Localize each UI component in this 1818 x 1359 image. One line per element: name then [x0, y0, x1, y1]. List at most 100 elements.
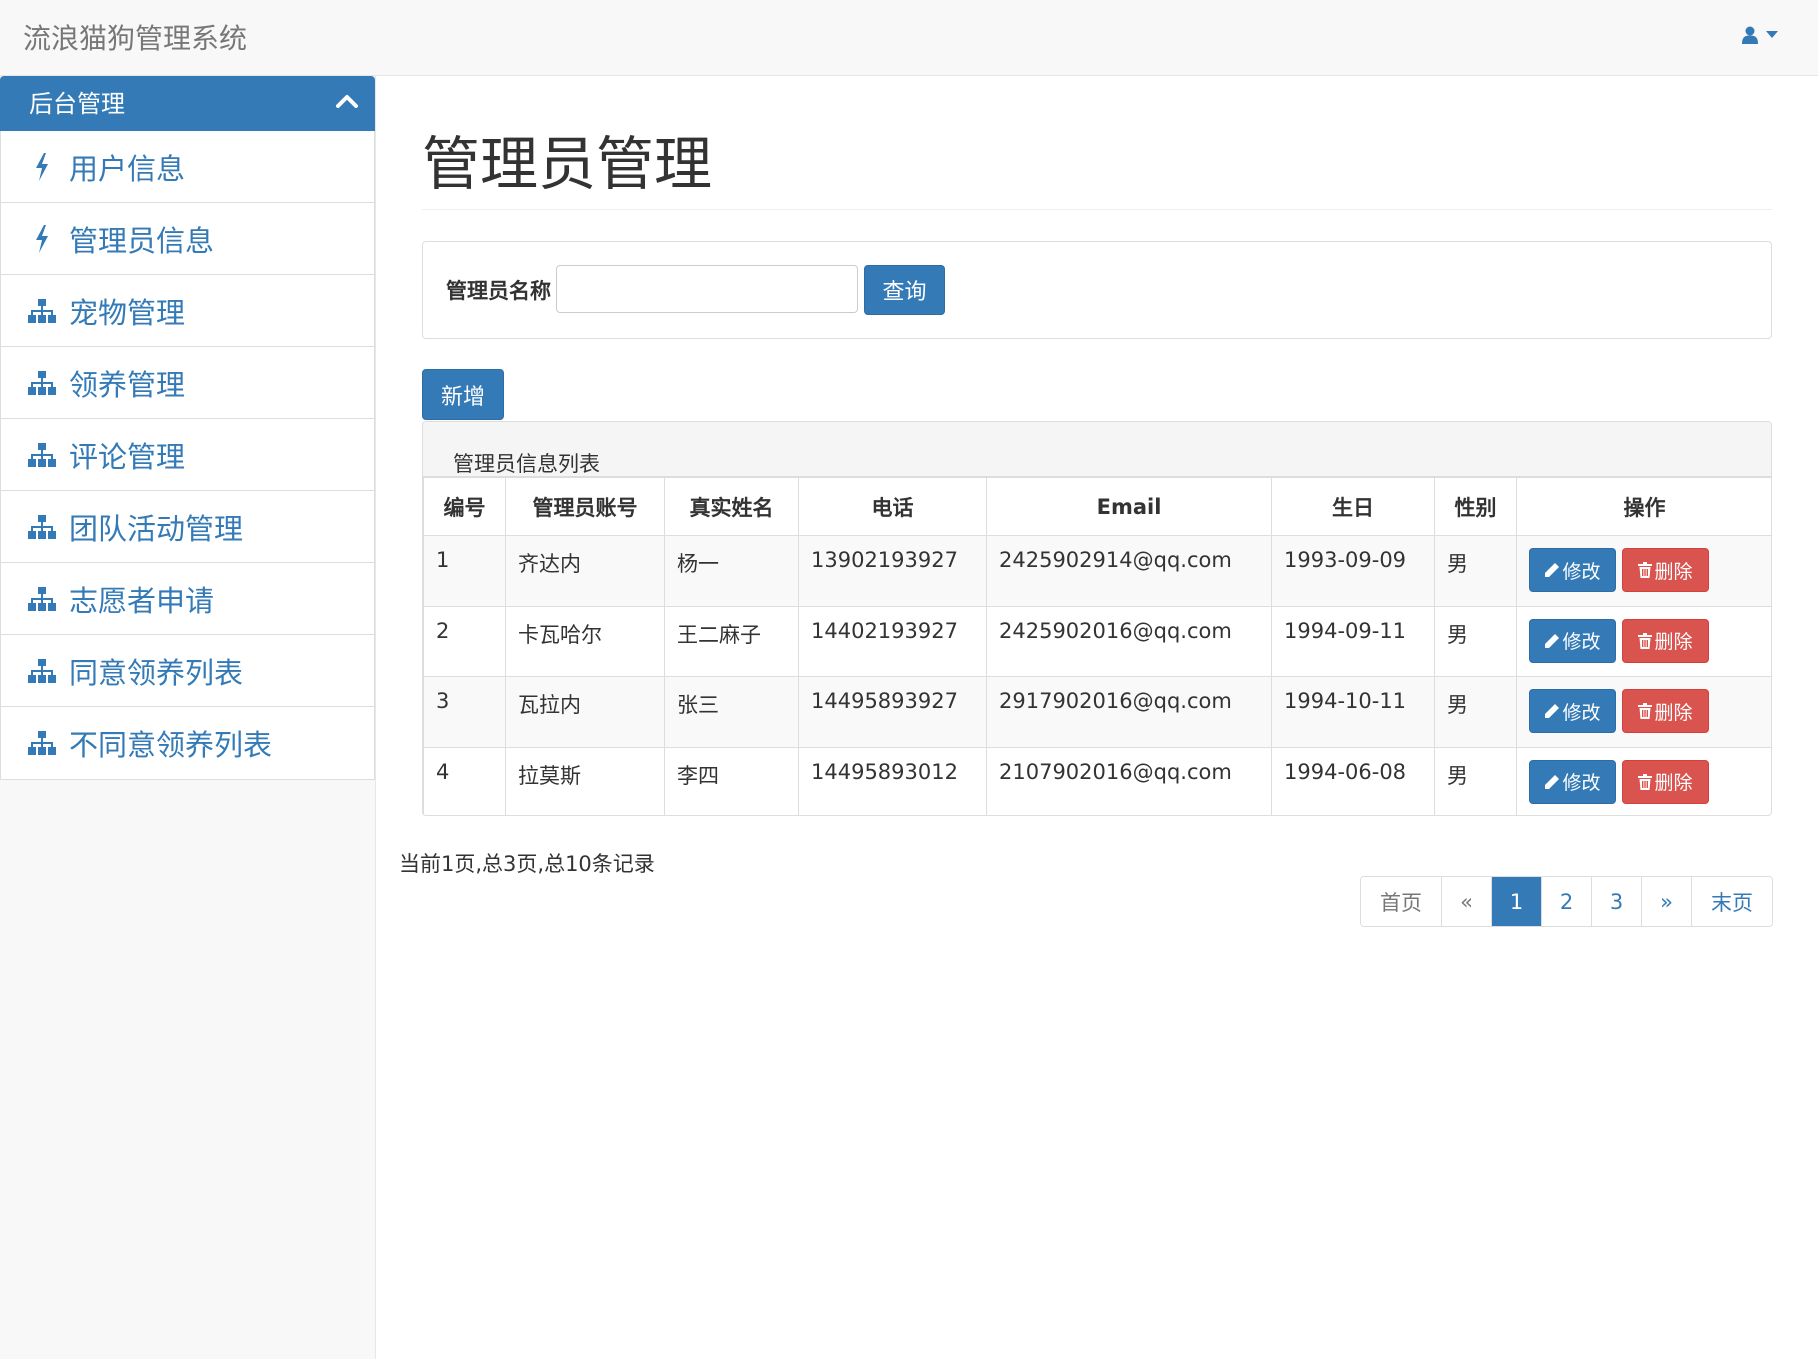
edit-button-label: 修改	[1562, 560, 1601, 583]
edit-button-label: 修改	[1562, 631, 1601, 653]
user-menu-toggle[interactable]	[1742, 26, 1778, 44]
cell-account: 卡瓦哈尔	[505, 605, 665, 677]
pagination-prev[interactable]: «	[1442, 877, 1492, 926]
cell-actions: 修改 删除	[1516, 605, 1771, 677]
sidebar-item-label: 管理员信息	[69, 223, 215, 258]
sitemap-icon	[27, 296, 57, 326]
sidebar-item-label: 宠物管理	[69, 295, 186, 330]
cell-email: 2425902914@qq.com	[986, 535, 1272, 607]
table-row: 3 瓦拉内 张三 14495893927 2917902016@qq.com 1994-1…	[423, 676, 1771, 748]
trash-icon	[1638, 562, 1654, 578]
cell-name: 王二麻子	[664, 605, 799, 677]
sidebar-item-label: 同意领养列表	[69, 655, 244, 690]
cell-birthday: 1993-09-09	[1271, 535, 1435, 607]
pencil-icon	[1545, 633, 1560, 648]
sidebar-item-4[interactable]: 领养管理	[1, 347, 374, 419]
top-navbar: 流浪猫狗管理系统	[0, 0, 1818, 76]
cell-birthday: 1994-10-11	[1271, 676, 1435, 748]
pencil-icon	[1545, 704, 1560, 718]
delete-button[interactable]: 删除	[1622, 548, 1709, 592]
sidebar-item-1[interactable]: 用户信息	[1, 131, 374, 203]
search-panel: 管理员名称 查询	[422, 241, 1772, 339]
sidebar-item-label: 领养管理	[69, 367, 186, 402]
sidebar: 后台管理 用户信息管理员信息宠物管理领养管理评论管理团队活动管理 志愿者申请同意领…	[0, 76, 376, 1359]
pencil-icon	[1544, 774, 1562, 790]
sitemap-icon	[27, 512, 57, 542]
sidebar-header-title: 后台管理	[29, 90, 125, 118]
sidebar-item-label: 用户信息	[69, 151, 186, 186]
cell-gender: 男	[1434, 605, 1517, 677]
trash-icon	[1638, 773, 1653, 790]
sidebar-item-5[interactable]: 评论管理	[1, 419, 374, 491]
column-header-gender: 性别	[1434, 477, 1517, 536]
pagination-next[interactable]: »	[1642, 877, 1692, 926]
sidebar-item-label: 团队活动管理	[69, 511, 244, 546]
table-heading: 管理员信息列表	[423, 422, 1771, 477]
pagination-page-3[interactable]: 3	[1592, 877, 1642, 926]
chevron-up-icon	[336, 93, 358, 112]
table-row: 2 卡瓦哈尔 王二麻子 14402193927 2425902016@qq.com 199…	[423, 605, 1771, 677]
cell-birthday: 1994-09-11	[1271, 605, 1435, 677]
column-header-id: 编号	[423, 477, 506, 536]
edit-button[interactable]: 修改	[1529, 759, 1616, 804]
cell-email: 2917902016@qq.com	[986, 676, 1272, 748]
column-header-actions: 操作	[1516, 477, 1771, 536]
edit-button[interactable]: 修改	[1529, 689, 1616, 733]
cell-name: 李四	[664, 746, 799, 815]
cell-account: 拉莫斯	[505, 746, 665, 815]
cell-name: 张三	[664, 676, 799, 748]
trash-icon	[1638, 703, 1653, 719]
pagination-page-1[interactable]: 1	[1492, 877, 1542, 926]
pagination-page-2[interactable]: 2	[1542, 877, 1592, 926]
sitemap-icon	[27, 368, 57, 398]
sidebar-item-label: 评论管理	[69, 439, 186, 474]
delete-button-label: 删除	[1654, 772, 1693, 794]
admin-table: 编号 管理员账号 真实姓名 电话 Email 生日 性别 操作 1 齐达内 杨一 13…	[423, 477, 1771, 815]
column-header-account: 管理员账号	[505, 477, 665, 536]
table-row: 1 齐达内 杨一 13902193927 2425902914@qq.com 1993-0…	[423, 535, 1771, 607]
pagination-first[interactable]: 首页	[1361, 877, 1442, 926]
table-title: 管理员信息列表	[453, 452, 600, 476]
trash-icon	[1638, 773, 1654, 790]
delete-button[interactable]: 删除	[1622, 689, 1709, 733]
sidebar-header[interactable]: 后台管理	[0, 76, 375, 131]
cell-gender: 男	[1434, 676, 1517, 748]
pagination-last[interactable]: 末页	[1692, 877, 1772, 926]
pagination-summary: 当前1页,总3页,总10条记录	[399, 852, 655, 876]
admin-name-search-input[interactable]	[556, 265, 858, 313]
bolt-icon	[27, 224, 57, 254]
sidebar-menu: 用户信息管理员信息宠物管理领养管理评论管理团队活动管理 志愿者申请同意领养列表不同…	[0, 131, 375, 780]
sidebar-item-7[interactable]: 志愿者申请	[1, 563, 374, 635]
cell-gender: 男	[1434, 535, 1517, 607]
cell-account: 瓦拉内	[505, 676, 665, 748]
sitemap-icon	[27, 584, 57, 614]
add-button[interactable]: 新增	[422, 369, 504, 420]
sidebar-item-9[interactable]: 不同意领养列表	[1, 707, 374, 779]
trash-icon	[1638, 632, 1653, 649]
sidebar-item-3[interactable]: 宠物管理	[1, 275, 374, 347]
cell-name: 杨一	[664, 535, 799, 607]
app-brand[interactable]: 流浪猫狗管理系统	[23, 19, 247, 59]
edit-button-label: 修改	[1562, 701, 1601, 724]
user-icon	[1742, 26, 1758, 44]
search-label: 管理员名称	[446, 279, 551, 303]
delete-button[interactable]: 删除	[1622, 759, 1709, 804]
pencil-icon	[1545, 563, 1560, 577]
main-content: 管理员管理 管理员名称 查询 新增 管理员信息列表 编号 管理员账号 真实姓名 …	[376, 76, 1818, 1359]
cell-gender: 男	[1434, 746, 1517, 815]
sidebar-item-8[interactable]: 同意领养列表	[1, 635, 374, 707]
column-header-phone: 电话	[798, 477, 987, 536]
cell-id: 4	[423, 746, 506, 815]
delete-button[interactable]: 删除	[1622, 618, 1709, 663]
edit-button[interactable]: 修改	[1529, 548, 1616, 592]
trash-icon	[1638, 632, 1654, 649]
cell-phone: 13902193927	[798, 535, 987, 607]
cell-email: 2107902016@qq.com	[986, 746, 1272, 815]
column-header-birthday: 生日	[1271, 477, 1435, 536]
caret-down-icon	[1766, 31, 1778, 39]
sidebar-item-label: 志愿者申请	[69, 583, 215, 618]
edit-button[interactable]: 修改	[1529, 618, 1616, 663]
sidebar-item-2[interactable]: 管理员信息	[1, 203, 374, 275]
sidebar-item-6[interactable]: 团队活动管理	[1, 491, 374, 563]
search-button[interactable]: 查询	[864, 265, 945, 315]
